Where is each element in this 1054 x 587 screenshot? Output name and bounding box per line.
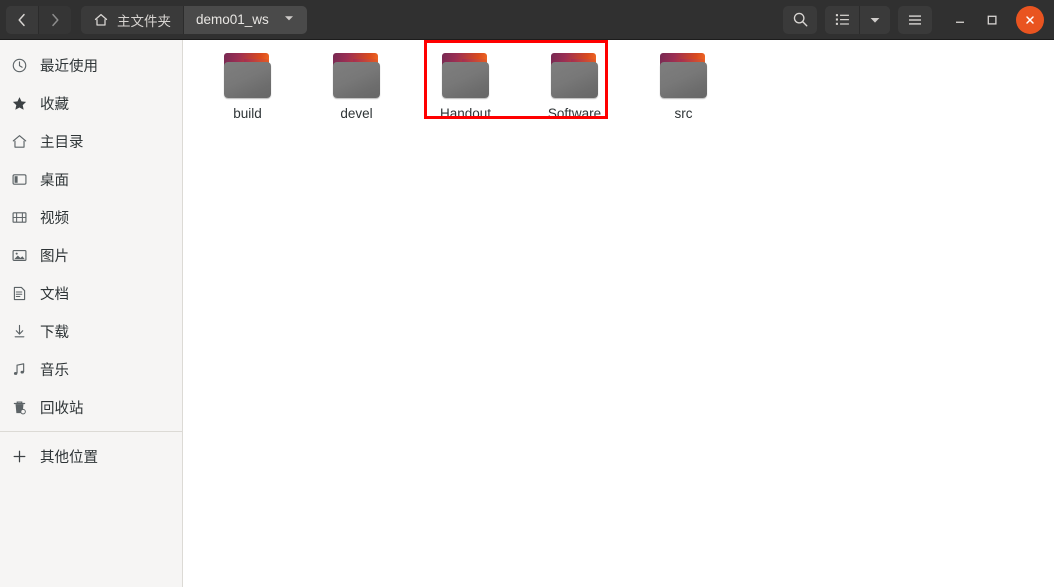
clock-icon (10, 56, 28, 74)
header-bar: 主文件夹 demo01_ws (0, 0, 1054, 40)
breadcrumb-item-home-label: 主文件夹 (117, 13, 171, 29)
sidebar-item-desktop[interactable]: 桌面 (0, 160, 182, 198)
chevron-down-icon (283, 12, 295, 27)
folder-icon (221, 53, 274, 100)
star-icon (10, 94, 28, 112)
window-controls (946, 5, 1048, 34)
sidebar-item-label: 文档 (40, 286, 69, 303)
main-menu-button[interactable] (898, 5, 932, 34)
chevron-down-icon (870, 17, 880, 23)
folder-icon (657, 53, 710, 100)
sidebar-separator (0, 431, 182, 432)
file-item-label: Handout (439, 106, 492, 121)
sidebar-item-home[interactable]: 主目录 (0, 122, 182, 160)
file-item-software[interactable]: Software (520, 48, 629, 127)
video-icon (10, 208, 28, 226)
folder-icon (330, 53, 383, 100)
breadcrumb: 主文件夹 demo01_ws (81, 5, 307, 34)
file-item-label: build (233, 106, 262, 121)
folder-icon (548, 53, 601, 100)
breadcrumb-item-home[interactable]: 主文件夹 (81, 5, 183, 34)
file-list-view[interactable]: build devel Handout Software src (183, 40, 1054, 587)
sidebar-item-label: 回收站 (40, 400, 84, 417)
sidebar-item-label: 主目录 (40, 134, 84, 151)
folder-icon (439, 53, 492, 100)
hamburger-menu-icon (909, 14, 921, 25)
sidebar-item-label: 桌面 (40, 172, 69, 189)
trash-icon (10, 398, 28, 416)
navigation-button-group (6, 5, 71, 34)
file-item-handout[interactable]: Handout (411, 48, 520, 127)
close-button[interactable] (1016, 5, 1044, 34)
file-item-src[interactable]: src (629, 48, 738, 127)
sidebar-item-label: 收藏 (40, 96, 69, 113)
desktop-icon (10, 170, 28, 188)
chevron-left-icon (18, 13, 25, 26)
home-icon (94, 13, 108, 26)
sidebar-item-recent[interactable]: 最近使用 (0, 46, 182, 84)
list-view-button[interactable] (825, 5, 859, 34)
sidebar-item-starred[interactable]: 收藏 (0, 84, 182, 122)
icon-grid: build devel Handout Software src (183, 40, 1054, 127)
sidebar-item-downloads[interactable]: 下载 (0, 312, 182, 350)
sidebar-item-label: 下载 (40, 324, 69, 341)
file-item-label: devel (340, 106, 373, 121)
file-manager-window: 主文件夹 demo01_ws 最近使用 收藏 主目录 桌面 视频 图片 文档 下… (0, 0, 1054, 587)
download-icon (10, 322, 28, 340)
home-icon (10, 132, 28, 150)
music-icon (10, 360, 28, 378)
minimize-icon (956, 21, 964, 23)
view-mode-group (825, 5, 890, 34)
sidebar-item-label: 其他位置 (40, 449, 98, 466)
sidebar-item-label: 图片 (40, 248, 69, 265)
back-button[interactable] (6, 5, 38, 34)
sidebar-item-other-locations[interactable]: 其他位置 (0, 437, 182, 475)
view-options-dropdown[interactable] (859, 5, 890, 34)
file-item-build[interactable]: build (193, 48, 302, 127)
sidebar-item-trash[interactable]: 回收站 (0, 388, 182, 426)
search-button[interactable] (783, 5, 817, 34)
breadcrumb-item-current[interactable]: demo01_ws (183, 5, 307, 34)
close-icon (1026, 15, 1034, 24)
file-item-devel[interactable]: devel (302, 48, 411, 127)
sidebar-item-label: 音乐 (40, 362, 69, 379)
sidebar-item-label: 最近使用 (40, 58, 98, 75)
file-item-label: src (674, 106, 693, 121)
list-view-icon (835, 14, 849, 25)
maximize-button[interactable] (978, 6, 1006, 34)
sidebar-item-label: 视频 (40, 210, 69, 227)
search-icon (793, 12, 807, 27)
file-item-label: Software (547, 106, 602, 121)
sidebar-item-pictures[interactable]: 图片 (0, 236, 182, 274)
sidebar: 最近使用 收藏 主目录 桌面 视频 图片 文档 下载 音乐 回收站 其他位置 (0, 40, 183, 587)
forward-button[interactable] (38, 5, 71, 34)
image-icon (10, 246, 28, 264)
sidebar-item-documents[interactable]: 文档 (0, 274, 182, 312)
document-icon (10, 284, 28, 302)
chevron-right-icon (52, 13, 59, 26)
minimize-button[interactable] (946, 6, 974, 34)
sidebar-item-videos[interactable]: 视频 (0, 198, 182, 236)
maximize-icon (987, 15, 997, 25)
window-body: 最近使用 收藏 主目录 桌面 视频 图片 文档 下载 音乐 回收站 其他位置 b… (0, 40, 1054, 587)
breadcrumb-item-current-label: demo01_ws (196, 12, 269, 27)
plus-icon (10, 447, 28, 465)
sidebar-item-music[interactable]: 音乐 (0, 350, 182, 388)
